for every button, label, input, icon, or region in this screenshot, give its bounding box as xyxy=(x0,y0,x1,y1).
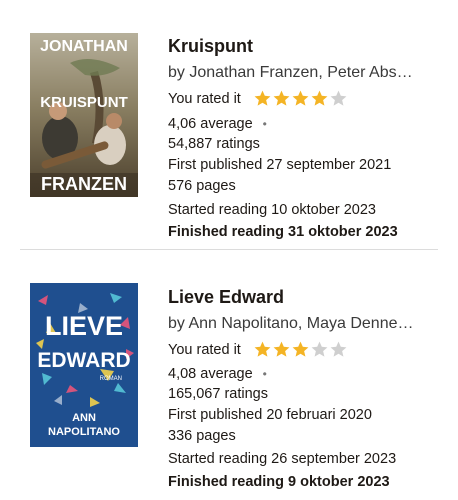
book-authors[interactable]: by Jonathan Franzen, Peter Abs… xyxy=(168,64,436,82)
separator-dot: • xyxy=(262,367,267,381)
star-rating[interactable] xyxy=(253,340,348,359)
cover-author-line1: ANN xyxy=(72,412,96,424)
book-item[interactable]: JONATHAN KRUISPUNT FRANZEN Kruispunt by … xyxy=(0,0,458,249)
rated-label: You rated it xyxy=(168,341,241,358)
cover-title-line2: EDWARD xyxy=(37,349,130,372)
cover-title-line1: LIEVE xyxy=(45,311,123,341)
ratings-count: 165,067 ratings xyxy=(168,386,268,402)
book-item[interactable]: LIEVE EDWARD ROMAN ANN NAPOLITANO Lieve … xyxy=(0,250,458,500)
book-title[interactable]: Lieve Edward xyxy=(168,287,284,308)
star-rating[interactable] xyxy=(253,89,348,108)
book-title[interactable]: Kruispunt xyxy=(168,36,253,57)
book-cover-lieve-edward[interactable]: LIEVE EDWARD ROMAN ANN NAPOLITANO xyxy=(30,283,138,447)
finished-reading: Finished reading 9 oktober 2023 xyxy=(168,474,390,490)
user-rating-row: You rated it xyxy=(168,340,348,359)
average-rating: 4,08 average xyxy=(168,366,253,382)
user-rating-row: You rated it xyxy=(168,89,348,108)
star-filled-icon[interactable] xyxy=(272,340,291,359)
star-filled-icon[interactable] xyxy=(310,89,329,108)
average-rating-row: 4,06 average • xyxy=(168,116,267,132)
book-cover-kruispunt[interactable]: JONATHAN KRUISPUNT FRANZEN xyxy=(30,33,138,197)
cover-tag: ROMAN xyxy=(100,376,122,382)
started-reading: Started reading 10 oktober 2023 xyxy=(168,202,376,218)
page-count: 576 pages xyxy=(168,178,236,194)
ratings-count: 54,887 ratings xyxy=(168,136,260,152)
page-count: 336 pages xyxy=(168,428,236,444)
separator-dot: • xyxy=(262,117,267,131)
average-rating-row: 4,08 average • xyxy=(168,366,267,382)
cover-title: KRUISPUNT xyxy=(40,94,128,111)
rated-label: You rated it xyxy=(168,90,241,107)
cover-author-line2: NAPOLITANO xyxy=(48,426,120,438)
finished-reading: Finished reading 31 oktober 2023 xyxy=(168,224,398,240)
star-filled-icon[interactable] xyxy=(291,89,310,108)
first-published: First published 27 september 2021 xyxy=(168,157,392,173)
star-empty-icon[interactable] xyxy=(329,89,348,108)
star-empty-icon[interactable] xyxy=(329,340,348,359)
cover-author-first: JONATHAN xyxy=(40,38,128,55)
star-empty-icon[interactable] xyxy=(310,340,329,359)
average-rating: 4,06 average xyxy=(168,116,253,132)
first-published: First published 20 februari 2020 xyxy=(168,407,372,423)
started-reading: Started reading 26 september 2023 xyxy=(168,451,397,467)
star-filled-icon[interactable] xyxy=(253,89,272,108)
cover-author-last: FRANZEN xyxy=(41,174,127,194)
book-authors[interactable]: by Ann Napolitano, Maya Denne… xyxy=(168,315,436,333)
star-filled-icon[interactable] xyxy=(253,340,272,359)
star-filled-icon[interactable] xyxy=(291,340,310,359)
star-filled-icon[interactable] xyxy=(272,89,291,108)
